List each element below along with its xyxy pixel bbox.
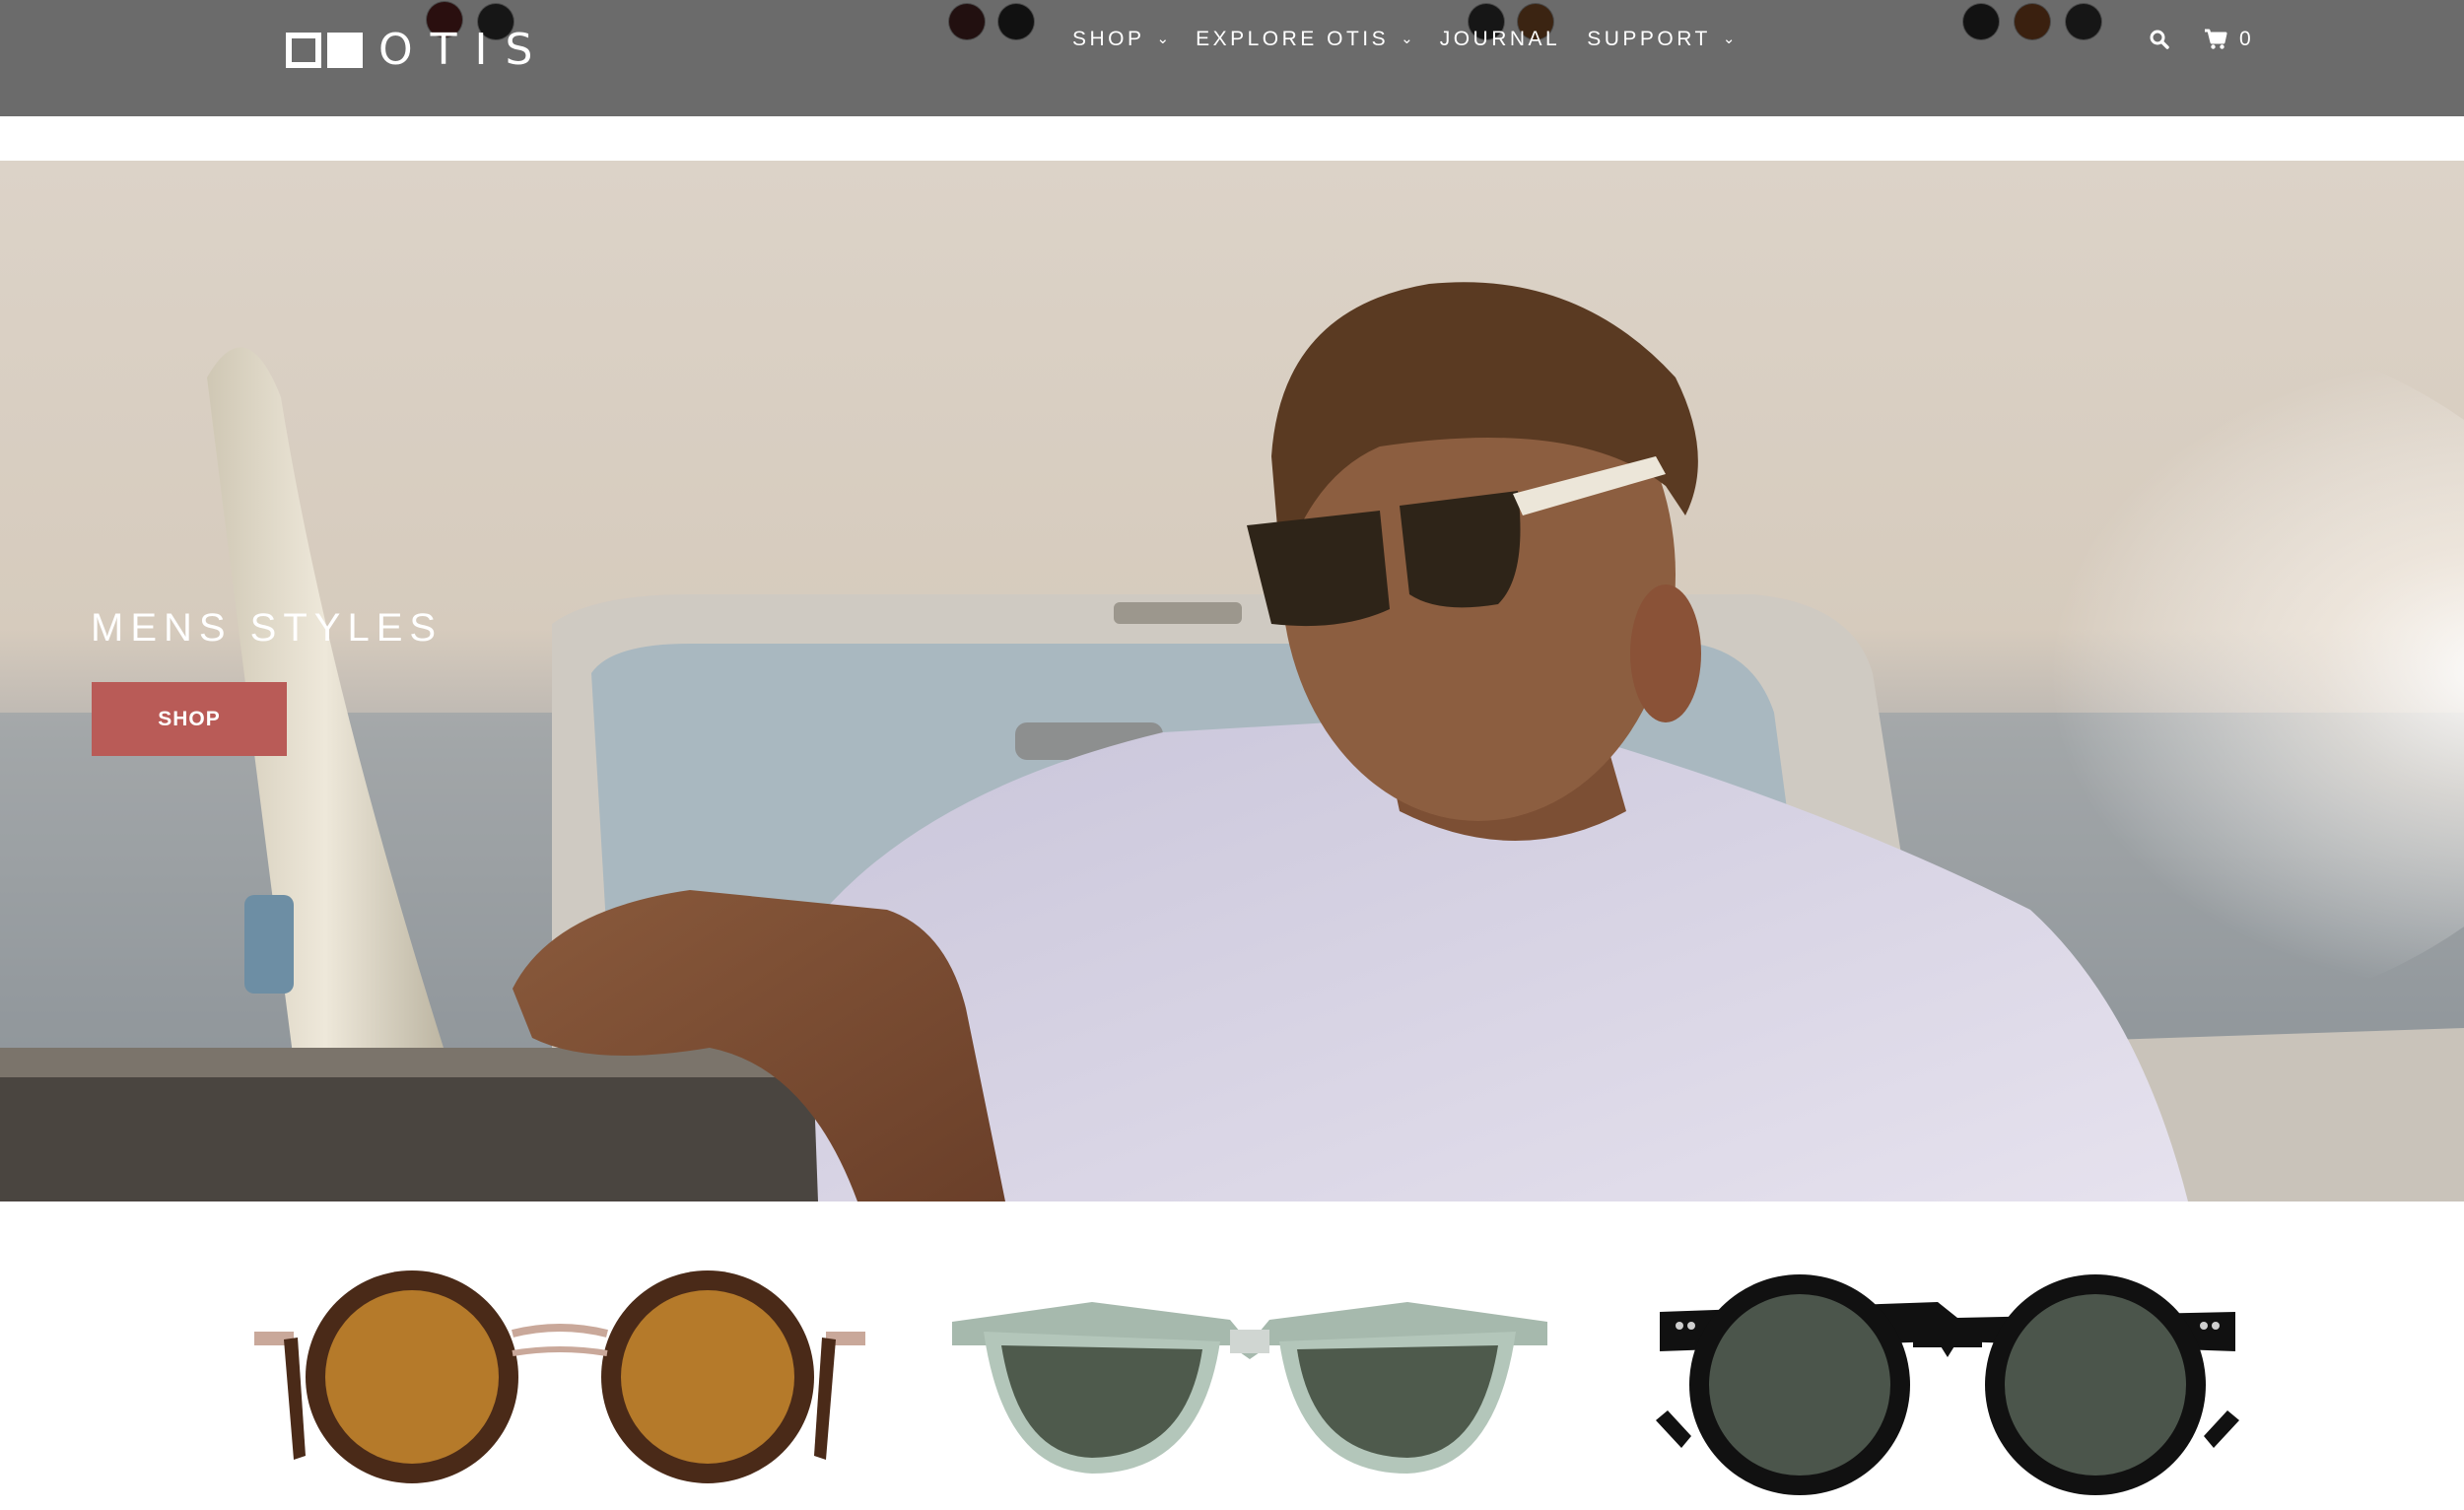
nav-item-label: SUPPORT [1587,28,1711,50]
cart-icon [2205,29,2227,49]
sunglasses-black-image [1656,1274,2239,1495]
nav-item-label: EXPLORE OTIS [1196,28,1390,50]
chevron-down-icon: ⌄ [1722,31,1736,47]
cart-button[interactable]: 0 [2204,24,2251,55]
search-button[interactable] [2149,24,2178,55]
nav-item-label: SHOP [1072,28,1145,50]
nav-item-shop[interactable]: SHOP ⌄ [1072,28,1169,51]
cart-count: 0 [2239,28,2251,50]
product-card-tortoise-round[interactable] [254,1263,865,1499]
hero-shop-button[interactable]: SHOP [92,682,287,756]
color-swatch [949,4,985,39]
sunglasses-tortoise-image [254,1270,865,1483]
color-swatch [1963,4,1999,39]
site-logo[interactable]: OTIS [286,28,550,73]
hero-banner: MENS STYLES SHOP [0,161,2464,1201]
color-swatch [998,4,1034,39]
product-card-clear-sage-round[interactable] [944,1263,1555,1499]
hero-image [0,161,2464,1201]
color-swatch [2015,4,2050,39]
nav-item-label: JOURNAL [1439,28,1561,50]
chevron-down-icon: ⌄ [1401,31,1413,47]
hero-title: MENS STYLES [91,606,444,650]
sunglasses-clear-image [952,1302,1547,1474]
product-strip [0,1201,2464,1510]
product-card-black-round[interactable] [1642,1263,2253,1499]
main-navigation: SHOP ⌄ EXPLORE OTIS ⌄ JOURNAL SUPPORT ⌄ [1072,24,1761,55]
logo-outline-square-icon [286,33,321,68]
nav-item-journal[interactable]: JOURNAL [1440,28,1561,51]
search-icon [2150,30,2169,49]
chevron-down-icon: ⌄ [1156,31,1170,47]
logo-solid-square-icon [327,33,363,68]
nav-item-support[interactable]: SUPPORT ⌄ [1587,28,1735,51]
site-header: OTIS SHOP ⌄ EXPLORE OTIS ⌄ JOURNAL SUPPO… [0,0,2464,116]
logo-wordmark: OTIS [378,25,551,75]
color-swatch [2066,4,2101,39]
nav-item-explore-otis[interactable]: EXPLORE OTIS ⌄ [1196,28,1413,51]
